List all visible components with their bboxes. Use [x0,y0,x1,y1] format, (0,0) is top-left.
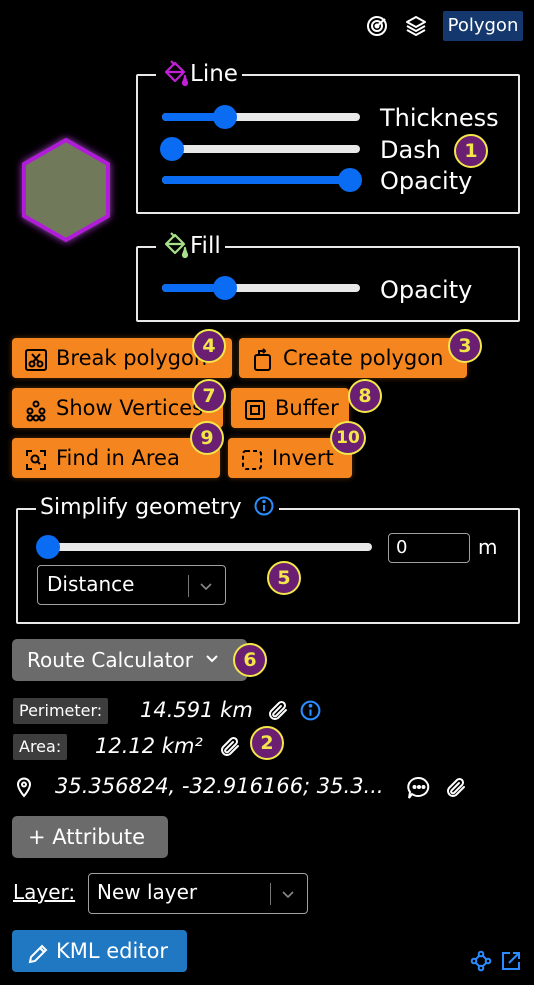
find-in-area-button[interactable]: Find in Area [12,438,220,478]
line-legend-label: Line [190,61,238,87]
line-opacity-label: Opacity [380,167,473,195]
badge-4: 4 [192,329,226,363]
badge-6: 6 [233,643,267,677]
kml-editor-button[interactable]: KML editor [12,930,187,972]
radar-icon[interactable] [365,14,389,38]
badge-2: 2 [250,726,284,760]
show-vertices-label: Show Vertices [56,396,204,420]
line-thickness-slider[interactable] [162,105,360,129]
find-in-area-label: Find in Area [56,446,180,470]
pencil-icon [26,938,50,964]
create-polygon-button[interactable]: Create polygon [239,338,467,378]
buffer-label: Buffer [275,396,339,420]
layers-icon[interactable] [404,14,428,38]
fill-opacity-slider[interactable] [162,276,360,300]
scissors-icon [24,345,48,371]
simplify-method-select[interactable]: Distance [37,565,226,605]
polygon-style-preview [14,132,118,248]
badge-1: 1 [454,134,488,168]
geometry-type-badge: Polygon [443,11,523,41]
paint-bucket-icon [160,58,190,86]
area-label: Area: [13,734,68,760]
area-search-icon [24,445,48,470]
layer-select[interactable]: New layer [88,873,308,914]
network-icon[interactable] [470,950,492,976]
simplify-method-value: Distance [47,572,135,596]
route-calculator-dropdown[interactable]: Route Calculator [12,639,247,681]
info-icon[interactable] [299,699,322,726]
line-dash-slider[interactable] [159,137,360,161]
chevron-down-icon [278,884,298,908]
vertices-icon [24,395,48,422]
location-pin-icon [14,776,34,802]
badge-10: 10 [330,421,366,455]
invert-icon [240,445,264,470]
break-polygon-label: Break polygon [56,346,208,370]
simplify-tolerance-input[interactable]: 0 [388,533,470,563]
fill-legend: Fill [156,230,225,261]
line-legend: Line [156,58,242,89]
info-icon[interactable] [253,495,275,517]
rotate-icon [251,345,275,371]
paperclip-icon[interactable] [266,699,290,727]
badge-7: 7 [192,379,226,413]
badge-9: 9 [190,421,224,455]
invert-label: Invert [272,446,334,470]
add-attribute-button[interactable]: + Attribute [12,816,168,858]
line-opacity-slider[interactable] [162,168,363,192]
paint-bucket-icon [160,230,190,258]
external-link-icon[interactable] [500,950,522,976]
badge-5: 5 [267,561,301,595]
badge-3: 3 [448,329,482,363]
simplify-legend: Simplify geometry [36,494,279,522]
paperclip-icon[interactable] [218,735,242,763]
create-polygon-label: Create polygon [283,346,444,370]
chevron-down-icon [196,576,216,600]
line-thickness-label: Thickness [380,104,499,132]
layer-value: New layer [97,880,198,904]
fill-legend-label: Fill [190,233,221,259]
route-calculator-label: Route Calculator [27,648,193,672]
layer-label: Layer: [13,880,76,904]
chevron-down-icon [203,639,221,681]
paperclip-icon[interactable] [444,776,468,804]
perimeter-label: Perimeter: [13,698,109,724]
area-value: 12.12 km² [95,734,203,758]
kml-editor-label: KML editor [56,939,169,963]
badge-8: 8 [348,379,382,413]
simplify-unit-label: m [478,535,498,559]
line-dash-label: Dash [380,136,441,164]
buffer-icon [243,395,267,420]
coordinates-value: 35.356824, -32.916166; 35.3... [55,774,384,798]
perimeter-value: 14.591 km [140,698,253,722]
simplify-tolerance-slider[interactable] [36,535,372,559]
buffer-button[interactable]: Buffer [231,388,349,428]
fill-opacity-label: Opacity [380,276,473,304]
simplify-legend-label: Simplify geometry [40,495,242,520]
comment-icon[interactable] [406,775,432,805]
